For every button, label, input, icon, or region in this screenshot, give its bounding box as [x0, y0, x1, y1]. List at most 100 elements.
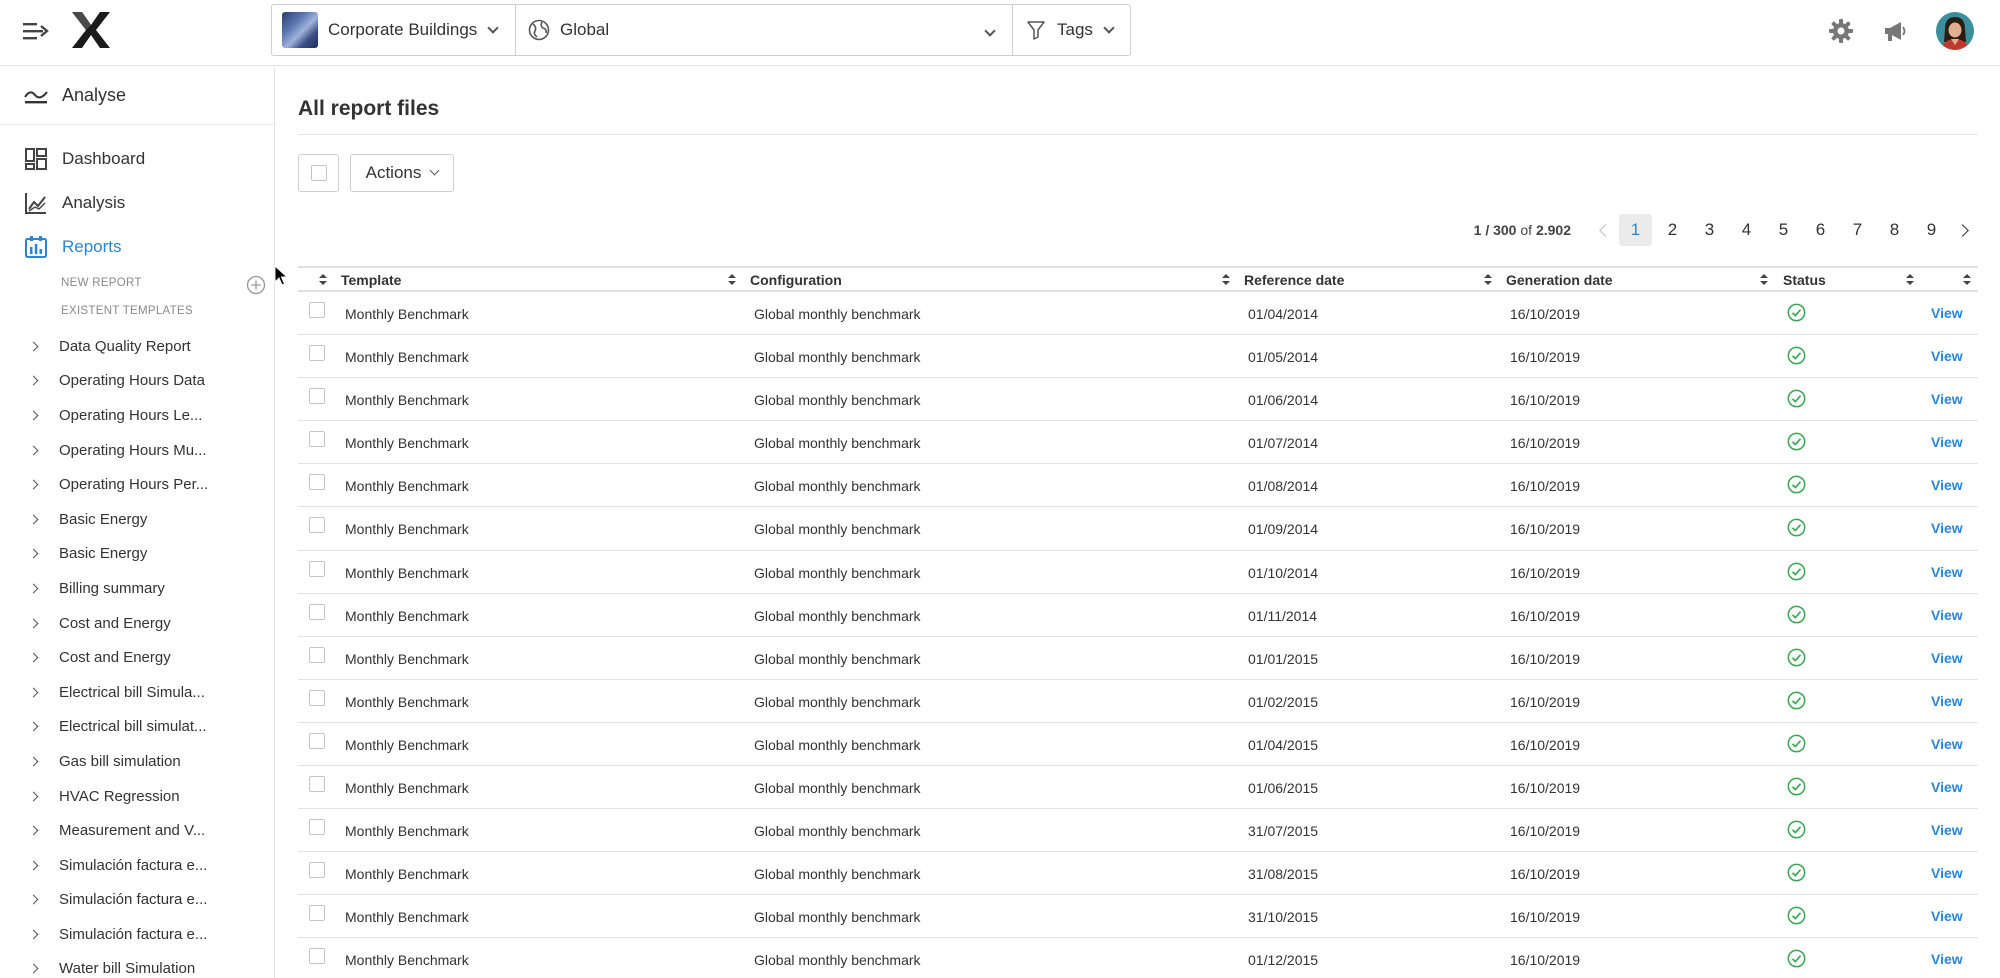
- scope-selector-label: Global: [560, 20, 610, 39]
- building-selector[interactable]: Corporate Buildings: [272, 5, 515, 55]
- sidebar-template-item[interactable]: Cost and Energy: [0, 640, 274, 675]
- actions-dropdown-button[interactable]: Actions: [350, 154, 454, 192]
- sort-icon[interactable]: [1906, 274, 1914, 285]
- column-header-status: Status: [1783, 272, 1826, 288]
- view-report-link[interactable]: View: [1931, 736, 1963, 752]
- sort-icon[interactable]: [1484, 274, 1492, 285]
- view-report-link[interactable]: View: [1931, 564, 1963, 580]
- sidebar-template-item[interactable]: Basic Energy: [0, 537, 274, 572]
- sort-icon[interactable]: [1963, 274, 1971, 285]
- sidebar-item-reports[interactable]: Reports: [0, 225, 274, 269]
- sidebar-template-item[interactable]: Operating Hours Mu...: [0, 433, 274, 468]
- view-report-link[interactable]: View: [1931, 650, 1963, 666]
- view-report-link[interactable]: View: [1931, 607, 1963, 623]
- row-checkbox[interactable]: [309, 646, 325, 663]
- pagination: 1 / 300 of 2.902 123456789: [1474, 213, 1978, 247]
- previous-page-chevron-icon[interactable]: [1589, 214, 1617, 246]
- sidebar-item-analysis[interactable]: Analysis: [0, 181, 274, 225]
- row-checkbox[interactable]: [309, 862, 325, 879]
- view-report-link[interactable]: View: [1931, 520, 1963, 536]
- check-circle-icon: [1787, 691, 1806, 710]
- row-checkbox[interactable]: [309, 948, 325, 965]
- view-report-link[interactable]: View: [1931, 391, 1963, 407]
- page-number-button[interactable]: 8: [1878, 214, 1911, 246]
- sidebar-template-item[interactable]: Operating Hours Per...: [0, 467, 274, 502]
- row-checkbox[interactable]: [309, 819, 325, 836]
- table-row: Monthly Benchmark Global monthly benchmar…: [298, 594, 1978, 637]
- view-report-link[interactable]: View: [1931, 477, 1963, 493]
- sidebar-item-dashboard[interactable]: Dashboard: [0, 137, 274, 181]
- row-checkbox[interactable]: [309, 689, 325, 706]
- view-report-link[interactable]: View: [1931, 865, 1963, 881]
- row-checkbox[interactable]: [309, 905, 325, 922]
- add-report-plus-icon[interactable]: [246, 275, 266, 295]
- row-checkbox[interactable]: [309, 603, 325, 620]
- sidebar-template-item[interactable]: Basic Energy: [0, 502, 274, 537]
- row-checkbox[interactable]: [309, 345, 325, 362]
- template-item-label: Electrical bill simulat...: [59, 718, 207, 736]
- view-report-link[interactable]: View: [1931, 822, 1963, 838]
- sidebar-template-item[interactable]: HVAC Regression: [0, 779, 274, 814]
- page-number-button[interactable]: 7: [1841, 214, 1874, 246]
- sidebar-template-item[interactable]: Billing summary: [0, 571, 274, 606]
- sidebar-template-item[interactable]: Electrical bill Simula...: [0, 675, 274, 710]
- user-avatar[interactable]: [1936, 12, 1974, 50]
- next-page-chevron-icon[interactable]: [1950, 214, 1978, 246]
- row-checkbox[interactable]: [309, 560, 325, 577]
- sidebar-template-item[interactable]: Water bill Simulation: [0, 952, 274, 978]
- cell-reference-date: 01/11/2014: [1248, 607, 1318, 624]
- view-report-link[interactable]: View: [1931, 779, 1963, 795]
- cell-configuration: Global monthly benchmark: [754, 823, 921, 840]
- sidebar-template-item[interactable]: Operating Hours Le...: [0, 398, 274, 433]
- sort-icon[interactable]: [319, 274, 327, 285]
- actions-button-label: Actions: [365, 163, 422, 182]
- template-item-label: HVAC Regression: [59, 787, 180, 805]
- analyse-section-header[interactable]: Analyse: [0, 67, 274, 125]
- view-report-link[interactable]: View: [1931, 908, 1963, 924]
- new-report-label[interactable]: NEW REPORT: [61, 277, 142, 289]
- pagination-of-label: of: [1520, 222, 1533, 238]
- sidebar-template-item[interactable]: Measurement and V...: [0, 813, 274, 848]
- tags-filter[interactable]: Tags: [1012, 5, 1130, 55]
- sidebar-template-item[interactable]: Cost and Energy: [0, 606, 274, 641]
- sidebar-template-item[interactable]: Operating Hours Data: [0, 364, 274, 399]
- page-number-button[interactable]: 5: [1767, 214, 1800, 246]
- sort-icon[interactable]: [1760, 274, 1768, 285]
- chevron-right-icon: [28, 583, 39, 594]
- sidebar-template-item[interactable]: Electrical bill simulat...: [0, 710, 274, 745]
- chevron-right-icon: [28, 410, 39, 421]
- row-checkbox[interactable]: [309, 474, 325, 491]
- page-number-button[interactable]: 6: [1804, 214, 1837, 246]
- select-all-checkbox[interactable]: [298, 154, 339, 192]
- sidebar-toggle-icon[interactable]: [22, 20, 50, 42]
- view-report-link[interactable]: View: [1931, 305, 1963, 321]
- sidebar-template-item[interactable]: Gas bill simulation: [0, 744, 274, 779]
- row-checkbox[interactable]: [309, 732, 325, 749]
- settings-gear-icon[interactable]: [1828, 18, 1854, 44]
- page-number-button[interactable]: 9: [1915, 214, 1948, 246]
- announcements-megaphone-icon[interactable]: [1882, 18, 1908, 44]
- view-report-link[interactable]: View: [1931, 951, 1963, 967]
- app-logo[interactable]: [70, 10, 112, 50]
- mouse-pointer-icon: [274, 265, 288, 286]
- scope-selector[interactable]: Global: [515, 5, 1012, 55]
- row-checkbox[interactable]: [309, 431, 325, 448]
- view-report-link[interactable]: View: [1931, 348, 1963, 364]
- page-number-button[interactable]: 1: [1619, 214, 1652, 246]
- sidebar-template-item[interactable]: Simulación factura e...: [0, 917, 274, 952]
- sidebar-template-item[interactable]: Data Quality Report: [0, 329, 274, 364]
- row-checkbox[interactable]: [309, 302, 325, 318]
- sort-icon[interactable]: [728, 274, 736, 285]
- page-number-button[interactable]: 2: [1656, 214, 1689, 246]
- row-checkbox[interactable]: [309, 776, 325, 793]
- sidebar-template-item[interactable]: Simulación factura e...: [0, 848, 274, 883]
- view-report-link[interactable]: View: [1931, 693, 1963, 709]
- sidebar-template-item[interactable]: Simulación factura e...: [0, 883, 274, 918]
- view-report-link[interactable]: View: [1931, 434, 1963, 450]
- row-checkbox[interactable]: [309, 517, 325, 534]
- page-number-button[interactable]: 4: [1730, 214, 1763, 246]
- cell-reference-date: 01/04/2014: [1248, 306, 1319, 322]
- sort-icon[interactable]: [1222, 274, 1230, 285]
- row-checkbox[interactable]: [309, 388, 325, 405]
- page-number-button[interactable]: 3: [1693, 214, 1726, 246]
